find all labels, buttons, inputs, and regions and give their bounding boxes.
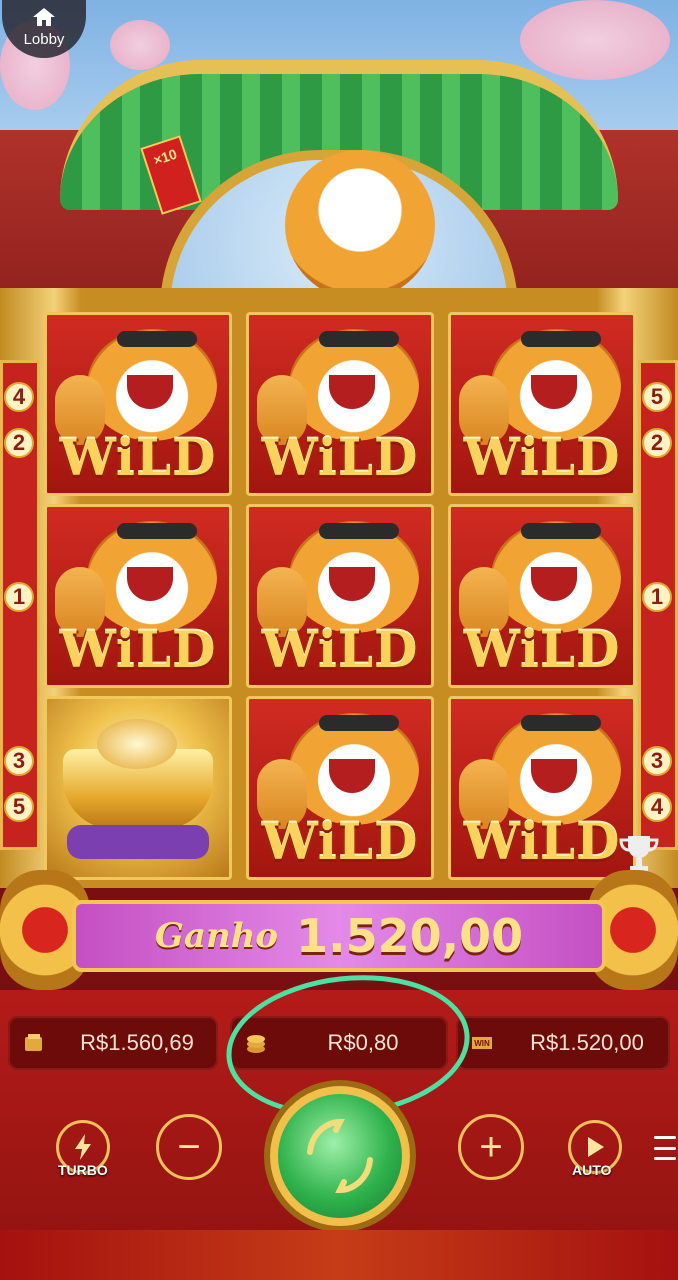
win-badge-icon: WIN <box>472 1037 492 1049</box>
stage-floor <box>0 1230 678 1280</box>
payline-number: 2 <box>642 428 672 458</box>
payline-number: 4 <box>4 382 34 412</box>
wild-label: WiLD <box>463 620 621 679</box>
wild-symbol: WiLD <box>44 504 232 688</box>
balance-value: R$1.560,69 <box>80 1030 194 1055</box>
auto-label: AUTO <box>572 1162 612 1178</box>
wild-symbol: WiLD <box>448 504 636 688</box>
payline-number: 5 <box>4 792 34 822</box>
win-label: Ganho <box>154 916 279 956</box>
wallet-icon <box>25 1034 42 1051</box>
payline-number: 5 <box>642 382 672 412</box>
tiger-mascot <box>285 150 435 300</box>
home-icon <box>33 8 55 26</box>
plus-icon: + <box>479 1124 503 1169</box>
wild-symbol: WiLD <box>448 312 636 496</box>
payline-number: 3 <box>4 746 34 776</box>
gold-ingot-symbol <box>44 696 232 880</box>
wild-label: WiLD <box>59 428 217 487</box>
spin-button[interactable] <box>270 1086 410 1226</box>
payline-number: 2 <box>4 428 34 458</box>
payline-number: 3 <box>642 746 672 776</box>
wild-label: WiLD <box>59 620 217 679</box>
wild-symbol: WiLD <box>246 312 434 496</box>
wild-label: WiLD <box>463 812 621 871</box>
minus-icon: − <box>177 1124 201 1169</box>
wild-symbol: WiLD <box>246 696 434 880</box>
wild-symbol: WiLD <box>44 312 232 496</box>
trophy-icon[interactable] <box>618 832 660 874</box>
wild-label: WiLD <box>261 812 419 871</box>
win-banner: Ganho 1.520,00 <box>72 900 606 972</box>
lobby-label: Lobby <box>23 31 65 48</box>
increase-bet-button[interactable]: + <box>458 1114 524 1180</box>
lightning-icon <box>75 1134 91 1160</box>
reel-grid: WiLD WiLD WiLD WiLD WiLD WiLD WiLD WiLD <box>44 312 636 882</box>
cherry-blossom <box>520 0 670 80</box>
wild-label: WiLD <box>463 428 621 487</box>
wild-label: WiLD <box>261 428 419 487</box>
cherry-blossom <box>110 20 170 70</box>
decrease-bet-button[interactable]: − <box>156 1114 222 1180</box>
wild-symbol: WiLD <box>246 504 434 688</box>
win-amount: 1.520,00 <box>296 909 524 963</box>
last-win-value: R$1.520,00 <box>530 1030 644 1055</box>
play-icon <box>588 1137 604 1157</box>
last-win-display: WIN R$1.520,00 <box>456 1016 670 1070</box>
balance-display: R$1.560,69 <box>8 1016 218 1070</box>
spin-icon <box>307 1118 373 1194</box>
payline-number: 1 <box>4 582 34 612</box>
wild-label: WiLD <box>261 620 419 679</box>
wild-symbol: WiLD <box>448 696 636 880</box>
payline-number: 4 <box>642 792 672 822</box>
turbo-label: TURBO <box>58 1162 108 1178</box>
svg-text:WIN: WIN <box>474 1039 490 1048</box>
payline-number: 1 <box>642 582 672 612</box>
menu-icon[interactable] <box>654 1136 676 1160</box>
